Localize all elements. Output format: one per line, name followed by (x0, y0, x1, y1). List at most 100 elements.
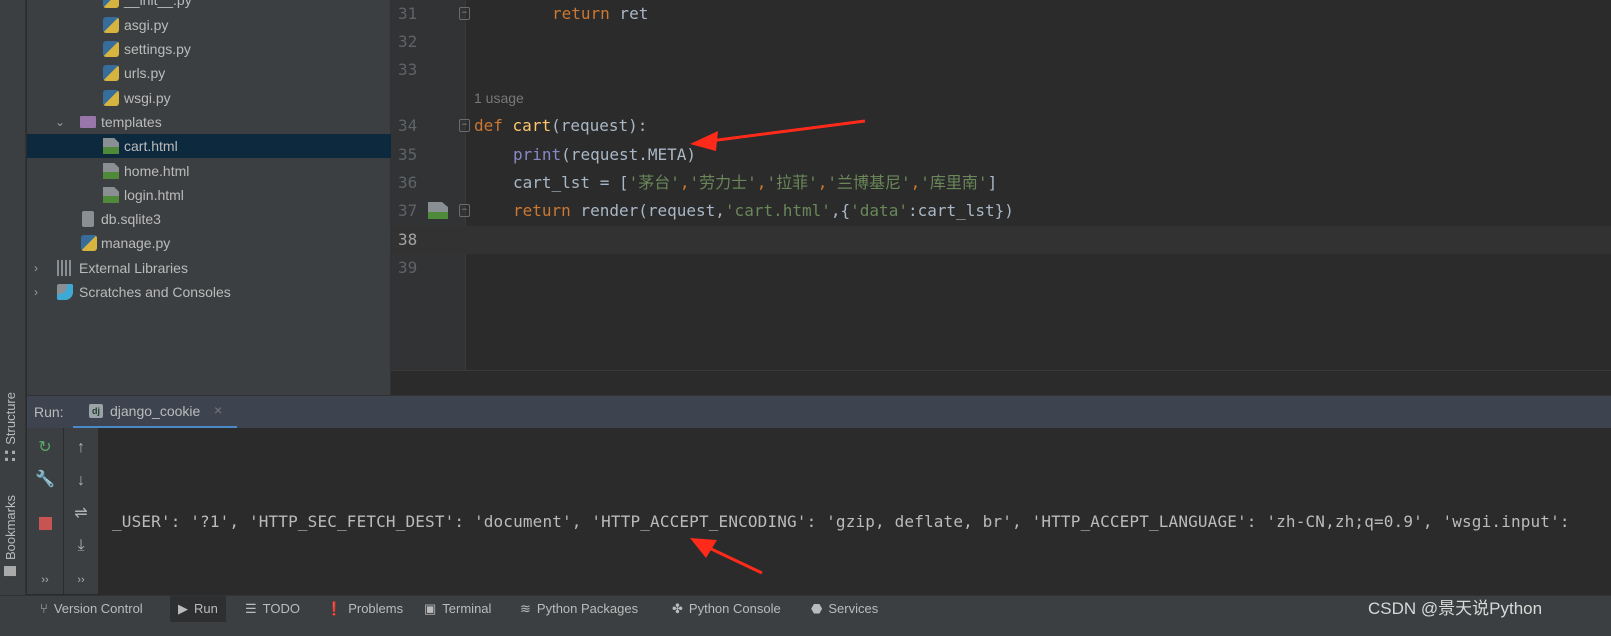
status-label: Problems (348, 601, 404, 616)
line-number: 31 (398, 4, 418, 23)
scroll-to-end-icon[interactable]: ⤓ (71, 536, 91, 556)
fold-icon[interactable]: − (459, 119, 470, 132)
python-file-icon (103, 41, 119, 57)
code-token: '兰博基尼' (827, 173, 911, 192)
code-token: return (552, 4, 610, 23)
tree-item-settings[interactable]: settings.py (27, 37, 391, 61)
tree-item-urls[interactable]: urls.py (27, 61, 391, 85)
tree-item-label: settings.py (124, 41, 191, 57)
html-file-icon (103, 187, 119, 203)
chevron-down-icon[interactable]: ⌄ (55, 110, 65, 134)
tree-item-home-html[interactable]: home.html (27, 159, 391, 183)
tree-item-label: Scratches and Consoles (79, 284, 231, 300)
fold-icon[interactable]: − (459, 204, 470, 217)
folder-icon (80, 116, 96, 128)
django-icon: dj (89, 404, 103, 418)
todo-button[interactable]: ☰ TODO (237, 596, 308, 622)
python-file-icon (103, 17, 119, 33)
status-label: Python Packages (536, 601, 639, 616)
code-token: :cart_lst}) (907, 201, 1014, 220)
bookmark-icon (4, 566, 17, 577)
code-token: '拉菲' (766, 173, 818, 192)
run-tab-label: django_cookie (110, 403, 201, 419)
run-console[interactable]: ↻ 🔧 ›› ↑ ↓ ⇌ ⤓ ›› _USER': '?1', 'HTTP_SE… (27, 428, 1611, 595)
left-tool-strip: Structure Bookmarks (0, 0, 26, 595)
wrench-icon[interactable]: 🔧 (35, 470, 55, 490)
structure-label: Structure (3, 392, 18, 445)
tree-item-label: home.html (124, 163, 190, 179)
python-icon: ✤ (672, 601, 683, 616)
code-token: (request.META) (561, 145, 697, 164)
bookmarks-label: Bookmarks (3, 495, 18, 561)
code-line-37: 37 − return render(request,'cart.html',{'d… (391, 197, 1611, 225)
code-line-31: 31 − return ret (391, 0, 1611, 28)
tree-item-init[interactable]: __init__.py (27, 0, 391, 12)
code-line-33: 33 (391, 56, 1611, 84)
tree-item-label: wsgi.py (124, 90, 171, 106)
code-token: , (679, 173, 690, 192)
rerun-icon[interactable]: ↻ (35, 438, 55, 458)
tree-item-cart-html[interactable]: cart.html (27, 134, 391, 158)
status-label: Services (828, 601, 879, 616)
chevron-right-icon[interactable]: › (34, 280, 38, 304)
run-label: Run: (34, 404, 64, 420)
run-button[interactable]: ▶ Run (170, 596, 226, 622)
code-token: 'cart.html' (724, 201, 831, 220)
tree-item-wsgi[interactable]: wsgi.py (27, 86, 391, 110)
arrow-down-icon[interactable]: ↓ (71, 471, 91, 491)
tree-item-external-libraries[interactable]: › External Libraries (27, 256, 391, 280)
line-number: 37 (398, 201, 418, 220)
usage-hint[interactable]: 1 usage (474, 84, 524, 112)
services-icon: ⬣ (811, 601, 823, 616)
close-icon[interactable]: × (214, 402, 222, 418)
tree-item-db[interactable]: db.sqlite3 (27, 207, 391, 231)
code-line-39: 39 (391, 254, 1611, 282)
fold-icon[interactable]: − (459, 7, 470, 20)
more-actions-icon[interactable]: ›› (71, 570, 91, 590)
python-file-icon (103, 65, 119, 81)
python-file-icon (81, 235, 97, 251)
code-token: cart (512, 116, 552, 135)
run-tab-django-cookie[interactable]: dj django_cookie × (73, 396, 237, 429)
arrow-up-icon[interactable]: ↑ (71, 438, 91, 458)
more-actions-icon[interactable]: ›› (35, 570, 55, 590)
structure-tool-button[interactable]: Structure (3, 392, 18, 461)
code-token: ] (987, 173, 998, 192)
tree-item-templates[interactable]: ⌄ templates (27, 110, 391, 134)
code-line-34: 34 − def cart(request): (391, 112, 1611, 140)
code-token: ret (609, 4, 649, 23)
tree-item-asgi[interactable]: asgi.py (27, 13, 391, 37)
tree-item-label: cart.html (124, 138, 178, 154)
tree-item-label: manage.py (101, 235, 171, 251)
branch-icon: ⑂ (40, 601, 48, 616)
python-packages-button[interactable]: ≋ Python Packages (512, 596, 646, 622)
tree-item-login-html[interactable]: login.html (27, 183, 391, 207)
tree-item-scratches[interactable]: › Scratches and Consoles (27, 280, 391, 304)
usage-hint-line: 1 usage (391, 84, 1611, 112)
chevron-right-icon[interactable]: › (34, 256, 38, 280)
code-token: 'data' (850, 201, 908, 220)
code-token: return (513, 201, 571, 220)
code-editor[interactable]: 31− return ret 32 33 1 usage 34− def cart(… (391, 0, 1611, 370)
tree-item-label: External Libraries (79, 260, 188, 276)
services-button[interactable]: ⬣ Services (803, 596, 886, 622)
soft-wrap-icon[interactable]: ⇌ (71, 504, 91, 524)
status-label: TODO (262, 601, 300, 616)
html-file-icon (103, 138, 119, 154)
tree-item-label: db.sqlite3 (101, 211, 161, 227)
html-template-gutter-icon[interactable] (428, 202, 448, 219)
bookmarks-tool-button[interactable]: Bookmarks (3, 495, 18, 577)
status-label: Version Control (53, 601, 143, 616)
tree-item-label: __init__.py (124, 0, 192, 8)
tree-item-manage[interactable]: manage.py (27, 231, 391, 255)
problems-button[interactable]: ❗ Problems (318, 596, 411, 622)
line-number: 38 (398, 230, 418, 249)
run-icon: ▶ (178, 601, 188, 616)
python-console-button[interactable]: ✤ Python Console (664, 596, 789, 622)
status-label: Run (194, 601, 218, 616)
html-file-icon (103, 163, 119, 179)
version-control-button[interactable]: ⑂ Version Control (32, 596, 151, 622)
terminal-button[interactable]: ▣ Terminal (416, 596, 499, 622)
line-number: 35 (398, 145, 418, 164)
stop-icon[interactable] (35, 514, 55, 534)
